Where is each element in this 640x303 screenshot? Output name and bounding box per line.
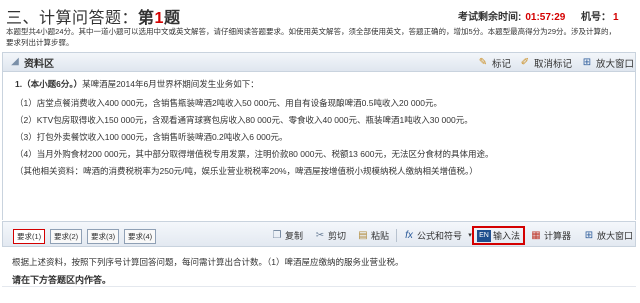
- top-bar: 三、计算问答题：第1题 考试剩余时间: 01:57:29 机号： 1: [0, 0, 640, 27]
- instructions: 本题型共4小题24分。其中一道小题可以选用中文或英文解答，请仔细阅读答题要求。如…: [6, 26, 634, 48]
- paste-label: 粘贴: [371, 231, 390, 241]
- timer-value: 01:57:29: [525, 12, 566, 23]
- paste-button[interactable]: ▤ 粘贴: [357, 228, 389, 243]
- tab-requirement-2[interactable]: 要求(2): [50, 229, 83, 244]
- exam-timer: 考试剩余时间: 01:57:29: [458, 8, 565, 23]
- timer-label: 考试剩余时间:: [458, 12, 522, 23]
- enlarge-icon: ⊞: [582, 57, 592, 68]
- unmark-button[interactable]: ✐ 取消标记: [519, 56, 572, 70]
- material-panel-title: ◢ 资料区: [9, 55, 54, 70]
- material-enlarge-button[interactable]: ⊞ 放大窗口: [581, 56, 634, 70]
- ime-button[interactable]: EN 输入法: [472, 226, 526, 245]
- material-panel-header: ◢ 资料区 ✎ 标记 ✐ 取消标记 ⊞ 放大窗口: [2, 52, 636, 72]
- material-intro: 1.（本小题6分。）某啤酒屋2014年6月世界杯期间发生业务如下：: [15, 78, 259, 90]
- formula-icon: fx: [405, 229, 413, 241]
- formula-dropdown[interactable]: fx 公式和符号 ▾: [403, 228, 476, 243]
- answer-input-area[interactable]: [2, 286, 636, 303]
- question-number: 第1题: [138, 10, 181, 27]
- tab-requirement-3[interactable]: 要求(3): [87, 229, 120, 244]
- keyboard-icon: EN: [477, 229, 491, 242]
- scissors-icon: ✂: [315, 229, 325, 241]
- ime-label: 输入法: [493, 231, 521, 241]
- clipboard-icon: ▤: [358, 229, 368, 241]
- answer-toolbar: 要求(1) 要求(2) 要求(3) 要求(4) ❐ 复制 ✂ 剪切 ▤ 粘贴 f…: [2, 221, 636, 247]
- material-content: 1.（本小题6分。）某啤酒屋2014年6月世界杯期间发生业务如下： （1）店堂点…: [2, 72, 636, 220]
- instruction-line: 本题型共4小题24分。其中一道小题可以选用中文或英文解答，请仔细阅读答题要求。如…: [6, 27, 617, 36]
- machine-number: 机号： 1: [581, 8, 619, 23]
- answer-enlarge-button[interactable]: ⊞ 放大窗口: [583, 228, 633, 243]
- answer-prompt: 根据上述资料，按照下列序号计算回答问题，每问需计算出合计数。（1）啤酒屋应缴纳的…: [12, 257, 404, 267]
- material-intro-text: 某啤酒屋2014年6月世界杯期间发生业务如下：: [82, 79, 259, 89]
- mark-button[interactable]: ✎ 标记: [477, 56, 511, 70]
- arrow-icon: ◢: [11, 56, 19, 67]
- material-item-5: （其他相关资料：啤酒的消费税税率为250元/吨，娱乐业营业税税率20%，啤酒屋按…: [15, 166, 478, 176]
- calculator-label: 计算器: [544, 231, 572, 241]
- enlarge-icon: ⊞: [584, 229, 594, 241]
- material-enlarge-label: 放大窗口: [596, 59, 635, 70]
- section-title: 三、计算问答题：第1题: [6, 4, 180, 28]
- cut-button[interactable]: ✂ 剪切: [314, 228, 346, 243]
- machine-label: 机号：: [581, 12, 611, 23]
- material-item-1: （1）店堂点餐消费收入400 000元，含销售瓶装啤酒2吨收入50 000元、用…: [15, 98, 442, 108]
- material-item-4: （4）当月外购食材200 000元，其中部分取得增值税专用发票，注明价款80 0…: [15, 149, 494, 159]
- material-item-3: （3）打包外卖餐饮收入100 000元，含销售听装啤酒0.2吨收入6 000元。: [15, 132, 288, 142]
- calculator-icon: ▦: [531, 229, 541, 241]
- cut-label: 剪切: [328, 231, 347, 241]
- copy-button[interactable]: ❐ 复制: [271, 228, 304, 243]
- toolbar-divider: [396, 229, 397, 242]
- formula-label: 公式和符号: [417, 231, 463, 241]
- eraser-icon: ✐: [520, 57, 530, 68]
- section-label: 三、计算问答题：: [6, 10, 139, 27]
- answer-area-label: 请在下方答题区内作答。: [12, 275, 112, 285]
- tab-requirement-4[interactable]: 要求(4): [124, 229, 157, 244]
- material-item-2: （2）KTV包房取得收入150 000元，含观看通宵球赛包房收入80 000元、…: [15, 115, 473, 125]
- question-points: 1.（本小题6分。）: [15, 79, 83, 89]
- mark-label: 标记: [492, 59, 512, 70]
- pencil-icon: ✎: [478, 57, 488, 68]
- instruction-line: 要求列出计算步骤。: [6, 38, 74, 47]
- machine-value: 1: [613, 12, 619, 23]
- tab-requirement-1[interactable]: 要求(1): [13, 229, 46, 244]
- copy-icon: ❐: [272, 229, 282, 241]
- calculator-button[interactable]: ▦ 计算器: [530, 228, 571, 243]
- answer-enlarge-label: 放大窗口: [597, 231, 634, 241]
- material-title-text: 资料区: [24, 58, 54, 70]
- unmark-label: 取消标记: [534, 59, 573, 70]
- copy-label: 复制: [285, 231, 304, 241]
